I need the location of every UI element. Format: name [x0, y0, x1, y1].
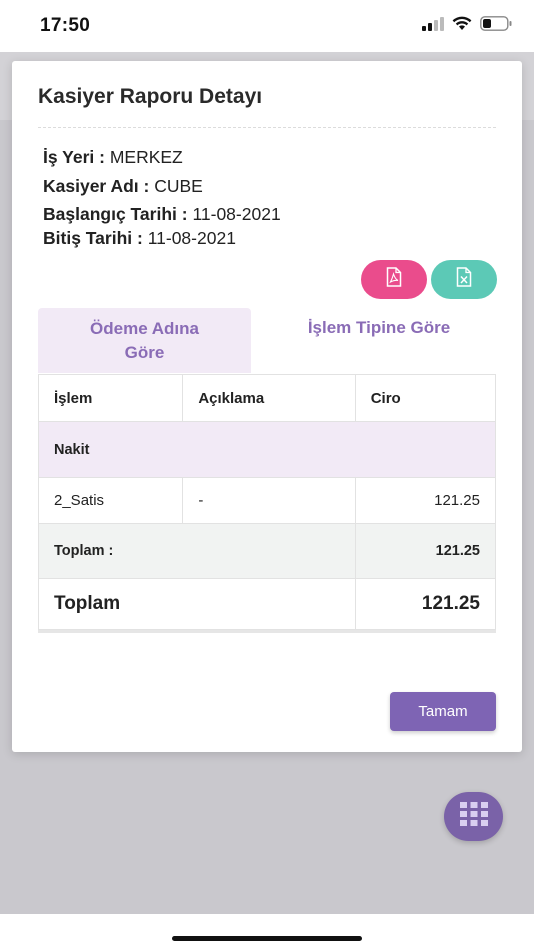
subtotal-label: Toplam :	[38, 523, 356, 579]
info-label: Başlangıç Tarihi :	[43, 204, 188, 224]
total-label: Toplam	[38, 578, 356, 630]
table-header-row: İşlem Açıklama Ciro	[37, 374, 497, 422]
subtotal-value: 121.25	[354, 523, 497, 579]
title-divider	[38, 127, 496, 128]
cell-aciklama: -	[182, 477, 356, 524]
tab-payment-name[interactable]: Ödeme Adına Göre	[38, 308, 251, 373]
column-header-aciklama: Açıklama	[182, 374, 356, 422]
ok-button[interactable]: Tamam	[390, 692, 496, 731]
tab-label: İşlem Tipine Göre	[307, 318, 451, 337]
cell-islem: 2_Satis	[37, 477, 184, 524]
bottom-bar	[0, 914, 534, 950]
info-start-date: Başlangıç Tarihi : 11-08-2021	[43, 204, 281, 225]
total-value: 121.25	[354, 578, 497, 630]
info-label: Bitiş Tarihi :	[43, 228, 143, 248]
tab-label-line1: Ödeme Adına	[90, 318, 199, 338]
grid-menu-icon	[459, 802, 488, 831]
info-value: CUBE	[154, 176, 203, 196]
table-bottom-border	[38, 630, 496, 633]
info-workplace: İş Yeri : MERKEZ	[43, 147, 183, 168]
tab-label-line2: Göre	[124, 342, 165, 362]
cashier-report-modal: Kasiyer Raporu Detayı İş Yeri : MERKEZ K…	[12, 61, 522, 752]
status-time: 17:50	[40, 15, 91, 36]
pdf-file-icon	[386, 267, 402, 292]
export-excel-button[interactable]	[431, 260, 497, 299]
info-value: 11-08-2021	[147, 228, 236, 248]
info-label: İş Yeri :	[43, 147, 105, 167]
system-icons	[422, 16, 512, 36]
info-label: Kasiyer Adı :	[43, 176, 150, 196]
cell-ciro: 121.25	[354, 477, 497, 524]
tab-transaction-type[interactable]: İşlem Tipine Göre	[262, 308, 496, 373]
subtotal-row: Toplam : 121.25	[38, 523, 497, 579]
status-bar: 17:50	[0, 0, 534, 52]
column-header-ciro: Ciro	[354, 374, 497, 422]
modal-title: Kasiyer Raporu Detayı	[38, 85, 263, 108]
info-value: MERKEZ	[109, 147, 183, 167]
group-label: Nakit	[38, 421, 496, 478]
wifi-icon	[452, 16, 472, 36]
excel-file-icon	[456, 267, 472, 292]
group-row: Nakit	[38, 421, 496, 478]
export-pdf-button[interactable]	[361, 260, 427, 299]
table-row: 2_Satis - 121.25	[37, 477, 497, 524]
info-value: 11-08-2021	[192, 204, 281, 224]
report-table: İşlem Açıklama Ciro Nakit 2_Satis - 121.…	[37, 374, 497, 630]
signal-icon	[422, 16, 444, 36]
battery-icon	[480, 16, 512, 36]
info-cashier-name: Kasiyer Adı : CUBE	[43, 176, 203, 197]
column-header-islem: İşlem	[37, 374, 184, 422]
total-row: Toplam 121.25	[38, 578, 497, 630]
menu-fab-button[interactable]	[444, 792, 503, 841]
home-indicator[interactable]	[172, 936, 362, 941]
info-end-date: Bitiş Tarihi : 11-08-2021	[43, 228, 236, 249]
